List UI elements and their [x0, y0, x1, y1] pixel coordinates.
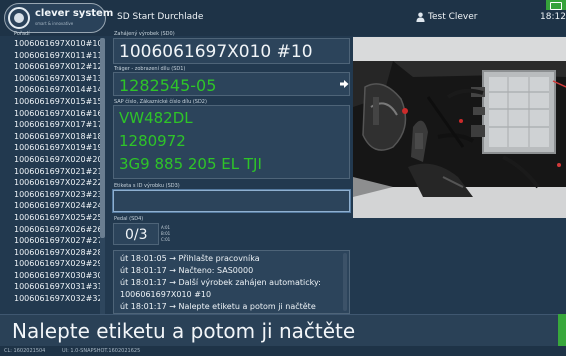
queue-item[interactable]: 1006061697X017#17 — [14, 119, 110, 131]
queue-item[interactable]: 1006061697X013#13 — [14, 73, 110, 85]
logo-tagline: smart & innovative — [35, 21, 74, 26]
sd2-part-number: 3G9 885 205 EL TJI — [119, 155, 262, 173]
cl-version: CL: 1602021504 — [4, 348, 46, 354]
sd1-value: 1282545-05 — [119, 76, 217, 95]
queue-item[interactable]: 1006061697X010#10 — [14, 38, 110, 50]
sd0-label: Zahájený výrobek (SD0) — [114, 31, 175, 37]
queue-scroll-thumb[interactable] — [100, 38, 105, 238]
sd1-field: 1282545-05 — [113, 72, 350, 96]
queue-item[interactable]: 1006061697X024#24 — [14, 200, 110, 212]
queue-item[interactable]: 1006061697X025#25 — [14, 212, 110, 224]
logo-name: clever system — [35, 8, 114, 19]
queue-item[interactable]: 1006061697X020#20 — [14, 154, 110, 166]
queue-item[interactable]: 1006061697X011#11 — [14, 50, 110, 62]
queue-item[interactable]: 1006061697X032#32 — [14, 293, 110, 305]
sd3-label-input[interactable] — [112, 189, 351, 213]
queue-item[interactable]: 1006061697X015#15 — [14, 96, 110, 108]
queue-item[interactable]: 1006061697X022#22 — [14, 177, 110, 189]
queue-item[interactable]: 1006061697X027#27 — [14, 235, 110, 247]
event-log[interactable]: út 18:01:05 → Přihlašte pracovníka út 18… — [113, 250, 350, 314]
queue-scrollbar[interactable] — [100, 38, 105, 314]
ui-version: UI: 1.0-SNAPSHOT.1602021625 — [62, 348, 141, 354]
queue-item[interactable]: 1006061697X014#14 — [14, 84, 110, 96]
queue-item[interactable]: 1006061697X031#31 — [14, 281, 110, 293]
queue-item[interactable]: 1006061697X019#19 — [14, 142, 110, 154]
sd0-field: 1006061697X010 #10 — [113, 38, 350, 64]
queue-label: Pořadí — [14, 31, 30, 37]
top-bar: clever system smart & innovative SD Star… — [0, 0, 566, 36]
queue-item[interactable]: 1006061697X023#23 — [14, 189, 110, 201]
arrow-right-icon[interactable] — [339, 79, 349, 89]
queue-item[interactable]: 1006061697X016#16 — [14, 108, 110, 120]
clock: 18:12:0 — [540, 12, 566, 22]
pedal-counter-value: 0/3 — [125, 227, 148, 243]
user-name[interactable]: Test Clever — [428, 12, 477, 22]
instruction-text: Nalepte etiketu a potom ji načtěte — [12, 319, 356, 343]
log-line: út 18:01:17 → Načteno: SAS0000 — [120, 266, 254, 275]
notification-icon[interactable] — [546, 0, 566, 10]
log-line: 1006061697X010 #10 — [120, 290, 212, 299]
logo-circle-icon — [8, 7, 30, 29]
sd2-customer-number: 1280972 — [119, 132, 186, 150]
sd4-label: Pedal (SD4) — [114, 216, 144, 222]
queue-item[interactable]: 1006061697X028#28 — [14, 247, 110, 259]
queue-item[interactable]: 1006061697X021#21 — [14, 166, 110, 178]
queue-item[interactable]: 1006061697X029#29 — [14, 258, 110, 270]
pedal-sub-c: C:01 — [161, 237, 171, 242]
log-line: út 18:01:17 → Další výrobek zahájen auto… — [120, 278, 321, 287]
status-bar: CL: 1602021504 UI: 1.0-SNAPSHOT.16020216… — [0, 346, 566, 356]
pedal-counter: 0/3 — [113, 223, 159, 245]
instruction-bar: Nalepte etiketu a potom ji načtěte — [0, 314, 566, 346]
clever-system-logo: clever system smart & innovative — [4, 3, 113, 33]
pedal-sub-b: B:01 — [161, 231, 171, 236]
sd0-value: 1006061697X010 #10 — [119, 42, 313, 62]
sd2-field: VW482DL 1280972 3G9 885 205 EL TJI — [113, 105, 350, 179]
queue-item[interactable]: 1006061697X030#30 — [14, 270, 110, 282]
queue-list[interactable]: 1006061697X010#10 1006061697X011#11 100606… — [14, 38, 110, 314]
page-title: SD Start Durchlade — [117, 12, 204, 22]
pedal-sub-a: A:01 — [161, 225, 171, 230]
user-icon — [416, 12, 425, 22]
log-line: út 18:01:17 → Nalepte etiketu a potom ji… — [120, 302, 316, 311]
queue-item[interactable]: 1006061697X026#26 — [14, 224, 110, 236]
sd2-sap-number: VW482DL — [119, 109, 193, 127]
product-photo — [353, 37, 566, 218]
log-scrollbar[interactable] — [343, 253, 347, 311]
queue-item[interactable]: 1006061697X012#12 — [14, 61, 110, 73]
queue-item[interactable]: 1006061697X018#18 — [14, 131, 110, 143]
log-line: út 18:01:05 → Přihlašte pracovníka — [120, 254, 260, 263]
sd3-label: Etiketa s ID výrobku (SD3) — [114, 183, 180, 189]
